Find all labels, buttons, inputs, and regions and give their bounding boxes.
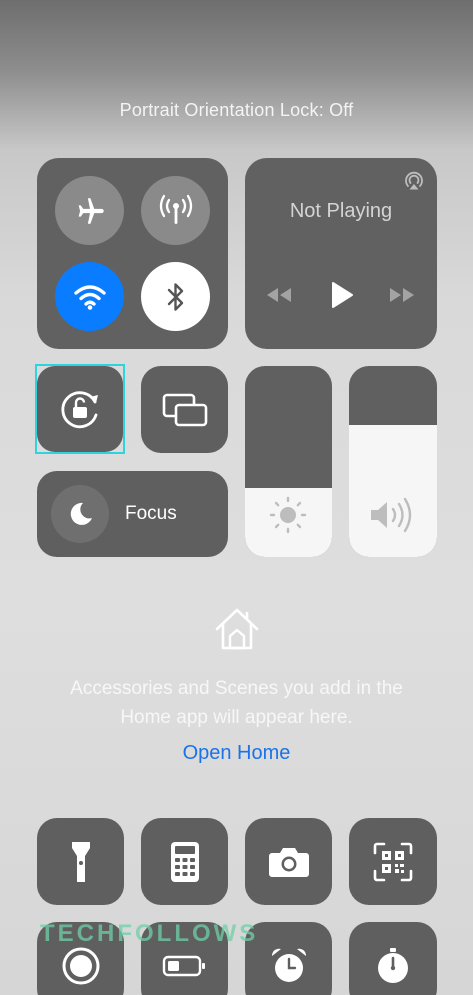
alarm-icon: [271, 948, 306, 982]
wifi-button[interactable]: [55, 262, 124, 331]
timer-button[interactable]: [349, 922, 437, 995]
selection-highlight: [35, 364, 125, 454]
qr-code-icon: [373, 842, 413, 881]
focus-moon-badge: [51, 485, 109, 543]
home-icon: [215, 608, 259, 650]
flashlight-button[interactable]: [37, 818, 124, 905]
calculator-button[interactable]: [141, 818, 228, 905]
cellular-data-icon: [159, 194, 192, 224]
volume-level-fill: [349, 425, 437, 557]
camera-button[interactable]: [245, 818, 332, 905]
low-power-icon: [162, 955, 205, 976]
screen-mirroring-button[interactable]: [141, 366, 228, 453]
flashlight-icon: [71, 841, 90, 882]
calculator-icon: [170, 841, 199, 882]
airplay-icon[interactable]: [403, 169, 425, 191]
screen-mirroring-icon: [162, 393, 207, 426]
code-scanner-button[interactable]: [349, 818, 437, 905]
timer-icon: [378, 947, 408, 983]
cellular-data-button[interactable]: [141, 176, 210, 245]
now-playing-status: Not Playing: [289, 200, 393, 222]
camera-icon: [268, 847, 309, 877]
airplane-icon: [78, 197, 104, 224]
open-home-link[interactable]: Open Home: [0, 742, 473, 765]
screen-record-icon: [62, 947, 99, 984]
focus-label: Focus: [125, 503, 177, 524]
airplane-mode-button[interactable]: [55, 176, 124, 245]
moon-icon: [70, 502, 92, 525]
bluetooth-button[interactable]: [141, 262, 210, 331]
orientation-lock-toast: Portrait Orientation Lock: Off: [119, 100, 354, 120]
wifi-icon: [73, 284, 106, 310]
brightness-icon: [269, 496, 307, 534]
rewind-icon[interactable]: [264, 284, 294, 306]
volume-icon: [371, 497, 412, 533]
home-empty-line-1: Accessories and Scenes you add in the: [70, 678, 403, 699]
home-empty-line-2: Home app will appear here.: [120, 707, 353, 728]
watermark: TECHFOLLOWS: [40, 920, 259, 947]
bluetooth-icon: [167, 282, 183, 311]
fast-forward-icon[interactable]: [387, 284, 417, 306]
play-icon[interactable]: [329, 281, 355, 309]
